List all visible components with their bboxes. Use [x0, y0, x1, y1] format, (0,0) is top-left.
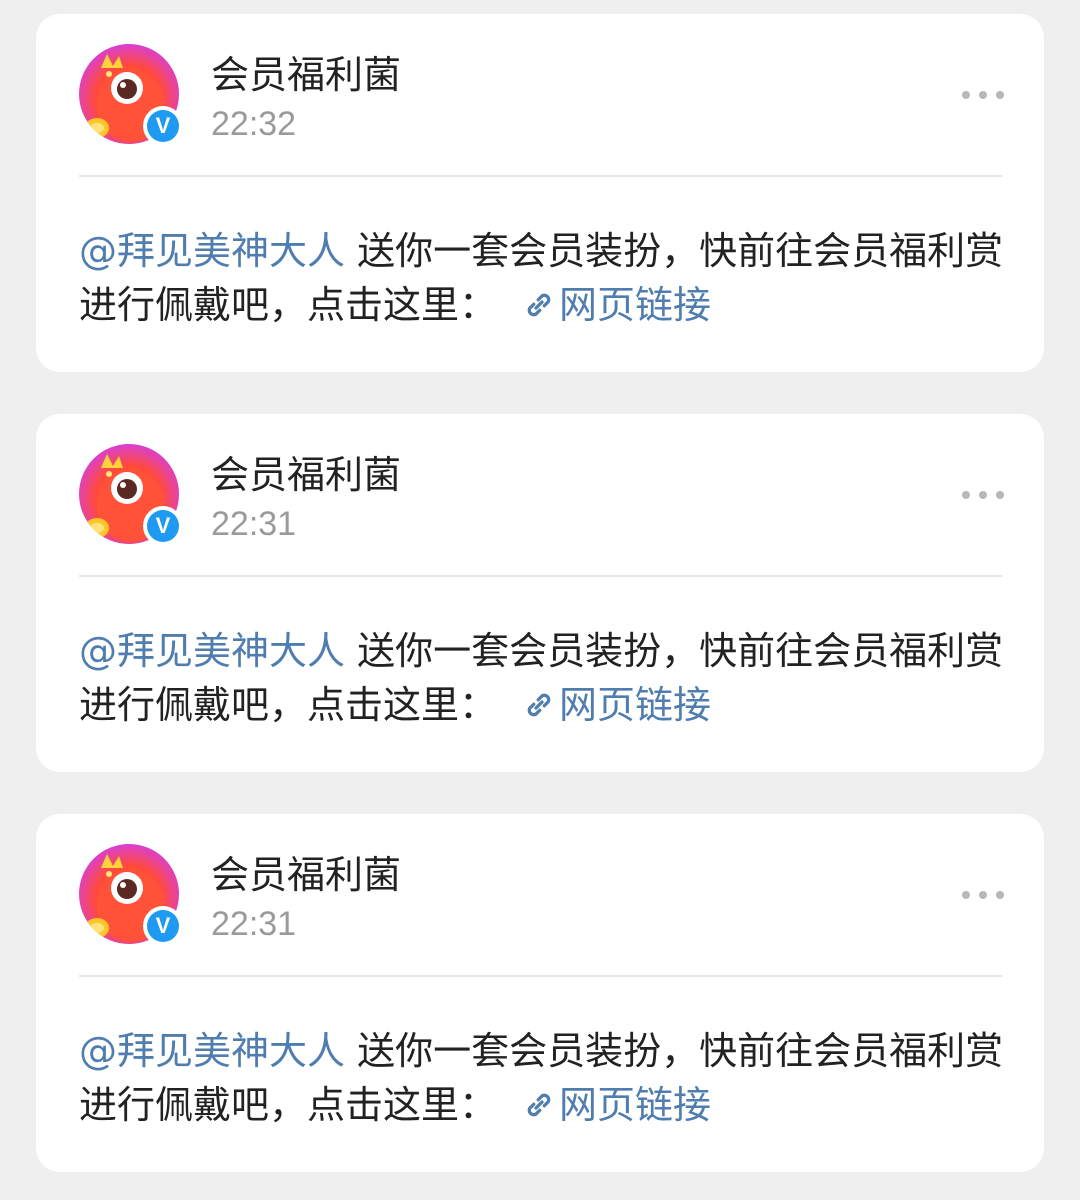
divider: [79, 175, 1002, 177]
web-link-label: 网页链接: [559, 1083, 712, 1127]
verified-v-icon: V: [147, 110, 179, 142]
web-link-label: 网页链接: [559, 683, 712, 727]
chain-link-icon: [527, 693, 551, 717]
more-dot: [979, 891, 987, 899]
more-dot: [996, 91, 1004, 99]
more-dot: [962, 491, 970, 499]
message-card[interactable]: V 会员福利菌 22:32 @拜见美神大人 送你一套会员装扮，快前往会员福利赏进…: [36, 14, 1044, 372]
web-link[interactable]: 网页链接: [497, 283, 711, 327]
more-dot: [996, 491, 1004, 499]
divider: [79, 575, 1002, 577]
message-body: @拜见美神大人 送你一套会员装扮，快前往会员福利赏进行佩戴吧，点击这里： 网页链接: [79, 624, 1009, 732]
more-dot: [979, 491, 987, 499]
avatar[interactable]: V: [79, 44, 183, 146]
verified-badge: V: [143, 506, 183, 546]
more-dot: [962, 91, 970, 99]
chain-link-icon: [527, 293, 551, 317]
verified-badge: V: [143, 106, 183, 146]
verified-v-icon: V: [147, 510, 179, 542]
web-link[interactable]: 网页链接: [497, 1083, 711, 1127]
mention-link[interactable]: @拜见美神大人: [79, 629, 345, 673]
author-name[interactable]: 会员福利菌: [211, 452, 401, 498]
verified-v-icon: V: [147, 910, 179, 942]
mention-link[interactable]: @拜见美神大人: [79, 1029, 345, 1073]
more-horizontal-icon[interactable]: [962, 888, 1004, 902]
message-card[interactable]: V 会员福利菌 22:31 @拜见美神大人 送你一套会员装扮，快前往会员福利赏进…: [36, 414, 1044, 772]
post-time: 22:31: [211, 505, 297, 543]
avatar[interactable]: V: [79, 444, 183, 546]
web-link[interactable]: 网页链接: [497, 683, 711, 727]
more-horizontal-icon[interactable]: [962, 88, 1004, 102]
author-name[interactable]: 会员福利菌: [211, 52, 401, 98]
chain-link-icon: [527, 1093, 551, 1117]
mention-link[interactable]: @拜见美神大人: [79, 229, 345, 273]
message-list: V 会员福利菌 22:32 @拜见美神大人 送你一套会员装扮，快前往会员福利赏进…: [0, 0, 1080, 1200]
divider: [79, 975, 1002, 977]
verified-badge: V: [143, 906, 183, 946]
web-link-label: 网页链接: [559, 283, 712, 327]
message-body: @拜见美神大人 送你一套会员装扮，快前往会员福利赏进行佩戴吧，点击这里： 网页链接: [79, 224, 1009, 332]
more-dot: [996, 891, 1004, 899]
more-horizontal-icon[interactable]: [962, 488, 1004, 502]
message-card[interactable]: V 会员福利菌 22:31 @拜见美神大人 送你一套会员装扮，快前往会员福利赏进…: [36, 814, 1044, 1172]
more-dot: [962, 891, 970, 899]
author-name[interactable]: 会员福利菌: [211, 852, 401, 898]
post-time: 22:31: [211, 905, 297, 943]
post-time: 22:32: [211, 105, 297, 143]
message-body: @拜见美神大人 送你一套会员装扮，快前往会员福利赏进行佩戴吧，点击这里： 网页链接: [79, 1024, 1009, 1132]
avatar[interactable]: V: [79, 844, 183, 946]
more-dot: [979, 91, 987, 99]
